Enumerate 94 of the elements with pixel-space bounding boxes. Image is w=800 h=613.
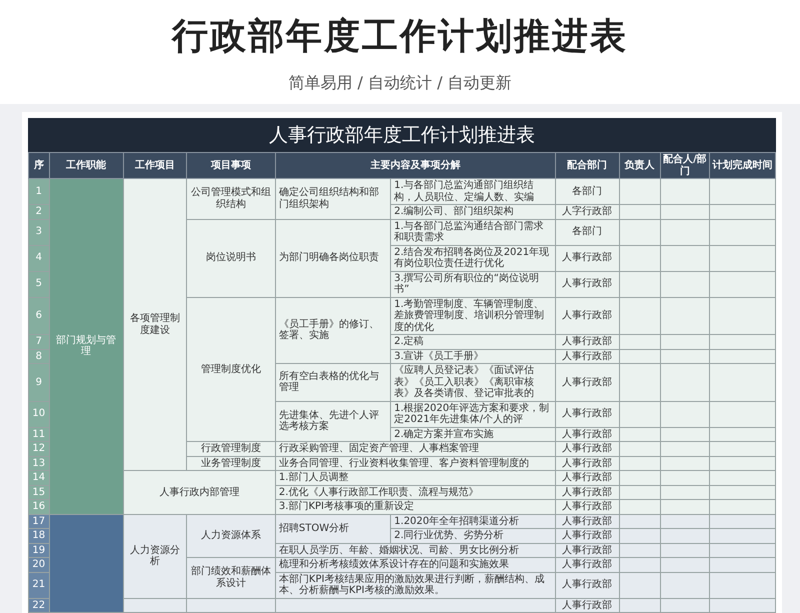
row-number: 22 bbox=[28, 598, 50, 612]
table-cell: 3.宣讲《员工手册》 bbox=[390, 349, 556, 364]
table-cell: 各部门 bbox=[555, 178, 620, 204]
table-cell: 2.确定方案并宣布实施 bbox=[390, 427, 556, 442]
row-number: 12 bbox=[28, 442, 50, 456]
table-cell: 《员工手册》的修订、签署、实施 bbox=[275, 297, 391, 364]
table-cell: 人事行政部 bbox=[555, 364, 620, 401]
table-cell: 人事行政部 bbox=[555, 456, 620, 470]
table-cell: 部门绩效和薪酬体系设计 bbox=[186, 558, 276, 598]
table-cell: 1.部门人员调整 bbox=[275, 470, 556, 485]
table-cell: 人事行政部 bbox=[555, 470, 620, 485]
row-number: 8 bbox=[28, 349, 50, 364]
table-cell: 人事行政部 bbox=[555, 349, 620, 364]
table-cell: 1.与各部门总监沟通部门组织结构，人员职位、定编人数、实编 bbox=[390, 178, 556, 204]
table-cell: 先进集体、先进个人评选考核方案 bbox=[275, 401, 391, 442]
row-number: 7 bbox=[28, 334, 50, 349]
table-cell: 2.优化《人事行政部工作职责、流程与规范》 bbox=[275, 485, 556, 500]
table-cell: 1.与各部门总监沟通结合部门需求和职责需求 bbox=[390, 219, 556, 245]
table-cell: 《应聘人员登记表》《面试评估表》《员工入职表》《离职审核表》及各类请假、登记审批表的 bbox=[390, 364, 556, 401]
table-cell: 人事行政部 bbox=[555, 401, 620, 427]
table-cell: 招聘STOW分析 bbox=[275, 514, 391, 543]
table-cell: 人事行政部 bbox=[555, 514, 620, 528]
table-cell: 人事行政部 bbox=[555, 427, 620, 442]
row-number: 9 bbox=[28, 364, 50, 401]
table-cell: 各项管理制度建设 bbox=[123, 178, 187, 470]
table-cell: 2.编制公司、部门组织架构 bbox=[390, 204, 556, 219]
column-header: 项目事项 bbox=[186, 152, 276, 178]
table-cell: 2.同行业优势、劣势分析 bbox=[390, 528, 556, 543]
column-header: 序 bbox=[28, 152, 50, 178]
column-header: 工作职能 bbox=[49, 152, 124, 178]
row-number: 4 bbox=[28, 245, 50, 271]
row-number: 11 bbox=[28, 427, 50, 442]
row-number: 13 bbox=[28, 456, 50, 470]
table-cell: 2.结合发布招聘各岗位及2021年现有岗位职位责任进行优化 bbox=[390, 245, 556, 271]
page-subtitle: 简单易用 / 自动统计 / 自动更新 bbox=[288, 73, 512, 94]
column-header: 工作项目 bbox=[123, 152, 187, 178]
table-cell: 人事行政部 bbox=[555, 598, 620, 612]
table-cell: 各部门 bbox=[555, 219, 620, 245]
row-number: 10 bbox=[28, 401, 50, 427]
table-cell: 行政管理制度 bbox=[186, 442, 276, 456]
row-number: 17 bbox=[28, 514, 50, 528]
table-cell: 行政采购管理、固定资产管理、人事档案管理 bbox=[275, 442, 556, 456]
table-cell: 所有空白表格的优化与管理 bbox=[275, 364, 391, 401]
table-cell: 管理制度优化 bbox=[186, 297, 276, 442]
table-cell: 人事行政部 bbox=[555, 558, 620, 572]
row-number: 14 bbox=[28, 470, 50, 485]
table-cell: 确定公司组织结构和部门组织架构 bbox=[275, 178, 391, 219]
table-cell: 梳理和分析考核绩效体系设计存在的问题和实施效果 bbox=[275, 558, 556, 572]
table-cell: 人事行政部 bbox=[555, 543, 620, 558]
column-header: 配合部门 bbox=[555, 152, 620, 178]
row-number: 1 bbox=[28, 178, 50, 204]
function-cell: 部门规划与管理 bbox=[49, 178, 124, 514]
table-cell: 3.部门KPI考核事项的重新设定 bbox=[275, 500, 556, 514]
row-number: 19 bbox=[28, 543, 50, 558]
table-cell: 人事行政部 bbox=[555, 297, 620, 334]
table-cell: 人事行政内部管理 bbox=[123, 470, 276, 514]
table-cell: 业务合同管理、行业资料收集管理、客户资料管理制度的 bbox=[275, 456, 556, 470]
table-cell: 人力资源体系 bbox=[186, 514, 276, 558]
table-cell: 在职人员学历、年龄、婚姻状况、司龄、男女比例分析 bbox=[275, 543, 556, 558]
table-cell: 1.根据2020年评选方案和要求，制定2021年先进集体/个人的评 bbox=[390, 401, 556, 427]
table-cell: 人力资源分析 bbox=[123, 514, 187, 598]
row-number: 2 bbox=[28, 204, 50, 219]
column-header: 计划完成时间 bbox=[710, 152, 776, 178]
table-cell: 人事行政部 bbox=[555, 528, 620, 543]
sheet-title: 人事行政部年度工作计划推进表 bbox=[28, 118, 776, 152]
table-cell: 本部门KPI考核结果应用的激励效果进行判断，薪酬结构、成本、分析薪酬与KPI考核的激励效果。 bbox=[275, 572, 556, 598]
row-number: 15 bbox=[28, 485, 50, 500]
table-cell: 2.定稿 bbox=[390, 334, 556, 349]
table-cell: 公司管理模式和组织结构 bbox=[186, 178, 276, 219]
table-cell: 岗位说明书 bbox=[186, 219, 276, 297]
table-cell: 业务管理制度 bbox=[186, 456, 276, 470]
table-cell: 3.撰写公司所有职位的“岗位说明书” bbox=[390, 271, 556, 297]
table-cell: 1.考勤管理制度、车辆管理制度、差旅费管理制度、培训积分管理制度的优化 bbox=[390, 297, 556, 334]
table-cell: 为部门明确各岗位职责 bbox=[275, 219, 391, 297]
table-cell: 人事行政部 bbox=[555, 572, 620, 598]
row-number: 21 bbox=[28, 572, 50, 598]
row-number: 3 bbox=[28, 219, 50, 245]
row-number: 5 bbox=[28, 271, 50, 297]
table-cell: 人事行政部 bbox=[555, 500, 620, 514]
table-cell: 人事行政部 bbox=[555, 442, 620, 456]
table-cell: 人事行政部 bbox=[555, 334, 620, 349]
table-cell: 人事行政部 bbox=[555, 271, 620, 297]
column-header: 主要内容及事项分解 bbox=[275, 152, 556, 178]
column-header: 负责人 bbox=[619, 152, 660, 178]
page-title: 行政部年度工作计划推进表 bbox=[172, 15, 628, 59]
table-cell: 1.2020年全年招聘渠道分析 bbox=[390, 514, 556, 528]
row-number: 18 bbox=[28, 528, 50, 543]
row-number: 6 bbox=[28, 297, 50, 334]
table-cell: 人字行政部 bbox=[555, 204, 620, 219]
row-number: 16 bbox=[28, 500, 50, 514]
table-cell: 人事行政部 bbox=[555, 485, 620, 500]
column-header: 配合人/部门 bbox=[660, 152, 710, 178]
row-number: 20 bbox=[28, 558, 50, 572]
table-cell: 人事行政部 bbox=[555, 245, 620, 271]
